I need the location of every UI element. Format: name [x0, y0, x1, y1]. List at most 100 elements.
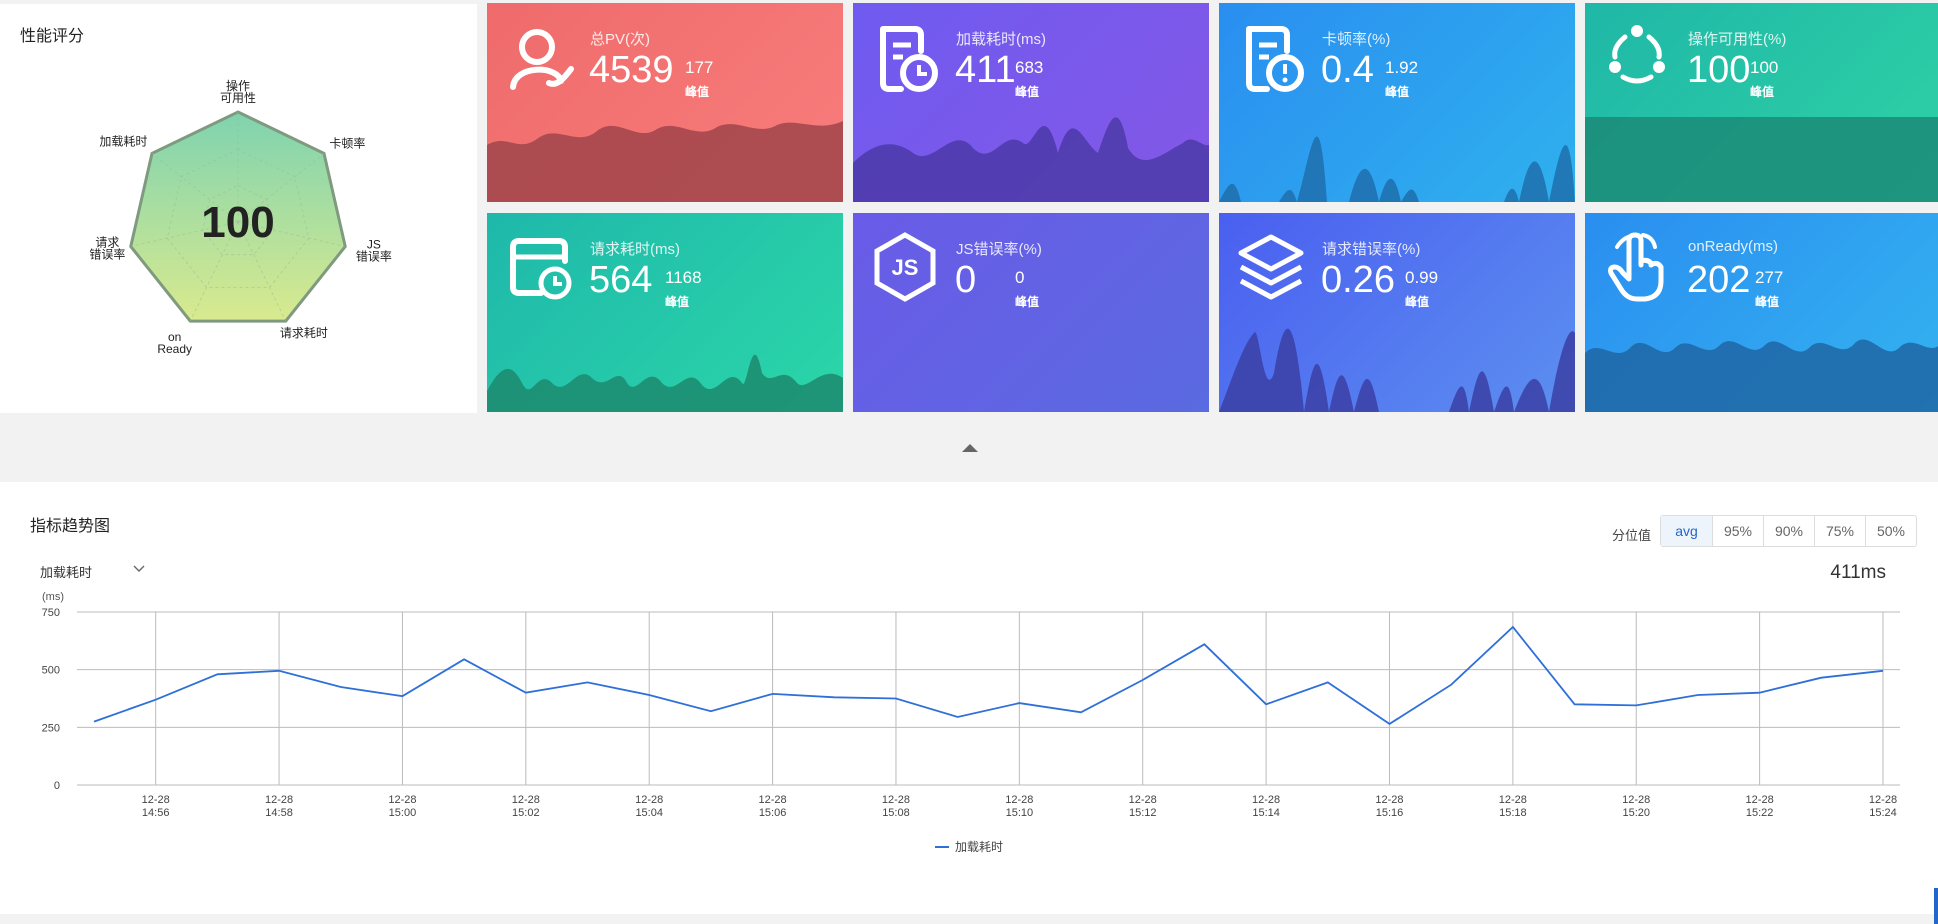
radar-axis-label: JS 错误率: [356, 237, 392, 263]
card-value: 411: [955, 49, 1016, 91]
x-tick-date: 12-28: [635, 794, 663, 806]
x-tick-date: 12-28: [759, 794, 787, 806]
metric-card[interactable]: 请求耗时(ms) 564 1168 峰值: [487, 213, 843, 412]
x-tick-time: 15:04: [635, 807, 663, 819]
metric-card[interactable]: 卡顿率(%) 0.4 1.92 峰值: [1219, 3, 1575, 202]
sparkline-area: [853, 117, 1209, 202]
x-tick-date: 12-28: [882, 794, 910, 806]
card-label: 总PV(次): [590, 31, 651, 48]
card-peak-value: 0: [1015, 268, 1025, 287]
scrollbar-thumb[interactable]: [1934, 888, 1938, 924]
x-tick-time: 14:58: [265, 807, 293, 819]
x-tick-time: 15:00: [389, 807, 417, 819]
card-peak-value: 683: [1015, 58, 1044, 77]
card-value: 0.26: [1321, 259, 1395, 301]
x-tick-date: 12-28: [1252, 794, 1280, 806]
radar-chart: 100 操作可用性卡顿率 JS 错误率请求耗时 on Ready 请求错误率 加载耗时: [89, 78, 392, 356]
card-label: onReady(ms): [1688, 238, 1779, 255]
card-peak-value: 1.92: [1385, 58, 1419, 77]
radar-axis-label: 加载耗时: [99, 134, 147, 148]
card-value: 564: [589, 259, 653, 301]
card-peak-value: 1168: [665, 268, 702, 287]
x-tick-date: 12-28: [512, 794, 540, 806]
document-clock-icon: [871, 19, 941, 95]
card-value: 0.4: [1321, 49, 1374, 91]
x-tick-time: 15:08: [882, 807, 910, 819]
y-tick-label: 500: [42, 665, 60, 677]
metric-card[interactable]: 操作可用性(%) 100 100 峰值: [1585, 3, 1938, 202]
radar-axis-label: 操作可用性: [220, 78, 256, 105]
metric-card[interactable]: onReady(ms) 202 277 峰值: [1585, 213, 1938, 412]
card-value: 0: [955, 259, 977, 301]
trend-chart: (ms)025050075012-2814:5612-2814:5812-281…: [42, 591, 1900, 854]
x-tick-date: 12-28: [142, 794, 170, 806]
card-peak-label: 峰值: [685, 85, 710, 99]
card-label: 卡顿率(%): [1322, 31, 1391, 48]
sparkline-area: [1585, 339, 1938, 412]
card-value: 202: [1687, 259, 1751, 301]
radar-score: 100: [201, 198, 274, 247]
collapse-toggle-icon[interactable]: [962, 444, 978, 452]
x-tick-time: 15:20: [1622, 807, 1650, 819]
nodejs-icon: JS: [871, 229, 941, 305]
performance-score-panel: 性能评分 100 操作可用性 卡顿率 JS 错误率 请求耗时 on Ready 请求错误率 加载耗…: [0, 4, 477, 413]
card-peak-label: 峰值: [1405, 295, 1430, 309]
card-label: 操作可用性(%): [1688, 31, 1787, 48]
card-label: JS错误率(%): [956, 241, 1042, 258]
x-tick-time: 15:16: [1376, 807, 1404, 819]
x-tick-date: 12-28: [1005, 794, 1033, 806]
radar-axis-label: 请求错误率: [89, 235, 125, 261]
metric-card[interactable]: 请求错误率(%) 0.26 0.99 峰值: [1219, 213, 1575, 412]
calendar-clock-icon: [505, 229, 575, 305]
user-trend-icon: [505, 19, 575, 95]
card-label: 请求错误率(%): [1322, 241, 1421, 258]
x-tick-time: 15:06: [759, 807, 787, 819]
radar-axis-label: 卡顿率: [329, 135, 365, 150]
card-label: 请求耗时(ms): [590, 241, 680, 258]
card-peak-value: 0.99: [1405, 268, 1439, 287]
sparkline-area: [1219, 136, 1575, 202]
card-peak-label: 峰值: [1385, 85, 1410, 99]
y-axis-label: (ms): [42, 591, 64, 603]
card-peak-label: 峰值: [1015, 295, 1040, 309]
sparkline-area: [1585, 117, 1938, 202]
y-tick-label: 250: [42, 722, 60, 734]
x-tick-date: 12-28: [1622, 794, 1650, 806]
card-peak-label: 峰值: [1755, 295, 1780, 309]
card-peak-label: 峰值: [665, 295, 690, 309]
legend-label[interactable]: 加载耗时: [955, 840, 1003, 854]
hand-pointer-icon: [1603, 229, 1673, 305]
x-tick-time: 15:10: [1006, 807, 1034, 819]
metric-card[interactable]: 总PV(次) 4539 177 峰值: [487, 3, 843, 202]
sparkline-area: [487, 121, 843, 202]
card-peak-value: 177: [685, 58, 714, 77]
card-peak-value: 100: [1750, 58, 1779, 77]
trend-panel: 指标趋势图 分位值 avg 95% 90% 75% 50% 加载耗时 411ms (ms…: [0, 482, 1938, 914]
card-label: 加载耗时(ms): [956, 31, 1046, 48]
series-line: [93, 625, 1884, 725]
x-tick-time: 15:18: [1499, 807, 1527, 819]
card-peak-value: 277: [1755, 268, 1784, 287]
x-tick-date: 12-28: [1129, 794, 1157, 806]
sparkline-area: [487, 354, 843, 412]
x-tick-date: 12-28: [265, 794, 293, 806]
x-tick-time: 14:56: [142, 807, 170, 819]
document-alert-icon: [1237, 19, 1307, 95]
x-tick-time: 15:24: [1869, 807, 1897, 819]
radar-axis-label: on Ready: [157, 330, 192, 356]
sparkline-area: [1219, 328, 1575, 412]
card-peak-label: 峰值: [1015, 85, 1040, 99]
x-tick-time: 15:14: [1252, 807, 1280, 819]
radar-axis-label: 请求耗时: [280, 326, 328, 340]
card-value: 4539: [589, 49, 674, 91]
share-nodes-icon: [1603, 19, 1673, 95]
x-tick-date: 12-28: [388, 794, 416, 806]
svg-text:JS: JS: [892, 255, 919, 280]
x-tick-date: 12-28: [1746, 794, 1774, 806]
metric-card[interactable]: JS JS错误率(%) 0 0 峰值: [853, 213, 1209, 412]
metric-card[interactable]: 加载耗时(ms) 411 683 峰值: [853, 3, 1209, 202]
x-tick-time: 15:02: [512, 807, 540, 819]
y-tick-label: 0: [54, 780, 60, 792]
y-tick-label: 750: [42, 607, 60, 619]
x-tick-date: 12-28: [1375, 794, 1403, 806]
